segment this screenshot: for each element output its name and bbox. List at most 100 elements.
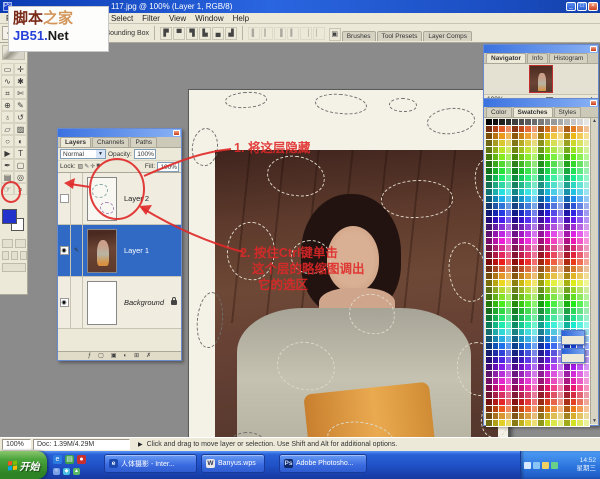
tray-volume-icon[interactable] — [524, 461, 531, 469]
hand-tool-icon[interactable]: ☞ — [1, 183, 14, 195]
ie-quicklaunch-icon[interactable]: e — [53, 455, 62, 464]
task-button-photoshop[interactable]: Ps Adobe Photosho... — [279, 454, 367, 473]
lock-all-icon[interactable]: ■ — [96, 163, 100, 170]
align-bottom-icon[interactable]: ▜ — [186, 26, 199, 40]
tab-tool-presets[interactable]: Tool Presets — [376, 31, 423, 41]
slice-tool-icon[interactable]: ✄ — [14, 87, 27, 99]
quicklaunch-icon[interactable]: ▲ — [73, 468, 80, 475]
align-vcenter-icon[interactable]: ▀ — [173, 26, 186, 40]
menu-help[interactable]: Help — [233, 14, 249, 23]
path-selection-tool-icon[interactable]: ▶ — [1, 147, 14, 159]
standard-screen-button[interactable] — [2, 251, 9, 260]
blend-mode-dropdown[interactable]: Normal ▼ — [60, 149, 106, 159]
minimize-button[interactable]: _ — [566, 2, 576, 11]
tab-layer-comps[interactable]: Layer Comps — [423, 31, 472, 41]
tab-paths[interactable]: Paths — [130, 137, 158, 147]
desktop-quicklaunch-icon[interactable]: ▤ — [65, 455, 74, 464]
layer-thumbnail[interactable] — [87, 228, 117, 273]
layer-name[interactable]: Layer 2 — [121, 173, 181, 224]
notes-tool-icon[interactable]: ▤ — [1, 171, 14, 183]
visibility-eye-icon[interactable]: ◉ — [59, 298, 69, 307]
dodge-tool-icon[interactable]: ◐ — [14, 135, 27, 147]
new-layer-icon[interactable]: ⊞ — [134, 352, 139, 360]
brush-tool-icon[interactable]: ✎ — [14, 99, 27, 111]
tab-histogram[interactable]: Histogram — [548, 53, 589, 63]
collapsed-palette-1[interactable] — [561, 330, 585, 345]
restore-button[interactable]: □ — [577, 2, 587, 11]
tab-navigator[interactable]: Navigator — [486, 53, 526, 63]
fill-field[interactable]: 100% — [157, 161, 179, 172]
standard-mode-button[interactable] — [2, 239, 13, 248]
align-right-icon[interactable]: ▟ — [225, 26, 238, 40]
adjustment-layer-icon[interactable]: ◐ — [124, 352, 128, 360]
scroll-down-icon[interactable]: ▼ — [592, 418, 597, 424]
rectangular-marquee-tool-icon[interactable]: ▭ — [1, 63, 14, 75]
menu-filter[interactable]: Filter — [142, 14, 160, 23]
navigator-titlebar[interactable] — [484, 45, 598, 53]
close-icon[interactable] — [173, 130, 180, 136]
close-button[interactable]: × — [588, 2, 598, 11]
imageready-button[interactable] — [2, 263, 26, 272]
layer-thumbnail[interactable] — [87, 176, 117, 221]
delete-layer-icon[interactable]: ✗ — [146, 352, 151, 360]
tab-swatches[interactable]: Swatches — [512, 107, 553, 117]
zoom-tool-icon[interactable]: ⌕ — [14, 183, 27, 195]
layer-row-layer2[interactable]: Layer 2 — [58, 173, 181, 225]
fullscreen-button[interactable] — [20, 251, 27, 260]
foreground-color-swatch[interactable] — [2, 209, 17, 224]
file-browser-icon[interactable]: ▣ — [328, 28, 341, 41]
healing-brush-tool-icon[interactable]: ⊕ — [1, 99, 14, 111]
layers-palette-titlebar[interactable] — [58, 129, 181, 137]
task-button-wps[interactable]: W Banyus.wps — [201, 454, 265, 473]
task-button-browser[interactable]: e 人体摄影 - Inter... — [104, 454, 197, 473]
tab-styles[interactable]: Styles — [553, 107, 582, 117]
align-hcenter-icon[interactable]: ▄ — [212, 26, 225, 40]
blur-tool-icon[interactable]: ○ — [1, 135, 14, 147]
align-left-icon[interactable]: ▙ — [199, 26, 212, 40]
magic-wand-tool-icon[interactable]: ✱ — [14, 75, 27, 87]
gradient-tool-icon[interactable]: ▨ — [14, 123, 27, 135]
close-icon[interactable] — [590, 46, 597, 52]
clone-stamp-tool-icon[interactable]: ♁ — [1, 111, 14, 123]
layer-mask-icon[interactable]: ▢ — [98, 352, 104, 360]
scroll-up-icon[interactable]: ▲ — [592, 118, 597, 124]
opacity-field[interactable]: 100% — [133, 149, 156, 159]
tray-im-icon[interactable] — [542, 461, 549, 469]
quicklaunch-icon[interactable]: ≈ — [53, 468, 60, 475]
tray-clock[interactable]: 14:52 星期三 — [577, 457, 600, 473]
lasso-tool-icon[interactable]: ∿ — [1, 75, 14, 87]
layer-set-icon[interactable]: ▣ — [111, 352, 117, 360]
tab-color[interactable]: Color — [486, 107, 512, 117]
layer-name[interactable]: Background — [121, 277, 171, 328]
swatches-scrollbar[interactable]: ▲ ▼ — [590, 118, 598, 424]
menu-window[interactable]: Window — [195, 14, 223, 23]
shape-tool-icon[interactable]: ▢ — [14, 159, 27, 171]
history-brush-tool-icon[interactable]: ↺ — [14, 111, 27, 123]
close-icon[interactable] — [590, 100, 597, 106]
menu-view[interactable]: View — [169, 14, 186, 23]
visibility-eye-icon[interactable]: ◉ — [59, 246, 69, 255]
visibility-checkbox-empty[interactable] — [59, 194, 69, 203]
layer-effects-icon[interactable]: ƒ — [88, 352, 91, 360]
media-quicklaunch-icon[interactable]: ● — [77, 455, 86, 464]
quicklaunch-icon[interactable]: ◆ — [63, 468, 70, 475]
menu-select[interactable]: Select — [111, 14, 133, 23]
tray-network-icon[interactable] — [533, 461, 540, 469]
pen-tool-icon[interactable]: ✒ — [1, 159, 14, 171]
eraser-tool-icon[interactable]: ▱ — [1, 123, 14, 135]
fullscreen-menubar-button[interactable] — [11, 251, 18, 260]
layer-row-layer1[interactable]: ◉ ✎ Layer 1 — [58, 225, 181, 277]
lock-position-icon[interactable]: ✛ — [90, 163, 95, 170]
tray-antivirus-icon[interactable] — [551, 461, 558, 469]
navigator-thumbnail[interactable] — [529, 65, 553, 93]
lock-image-icon[interactable]: ✎ — [84, 163, 89, 170]
lock-transparency-icon[interactable]: ▨ — [78, 163, 84, 170]
align-top-icon[interactable]: ▛ — [160, 26, 173, 40]
crop-tool-icon[interactable]: ⌗ — [1, 87, 14, 99]
layer-row-background[interactable]: ◉ Background — [58, 277, 181, 329]
start-button[interactable]: 开始 — [0, 451, 47, 479]
document-canvas[interactable] — [188, 89, 509, 474]
tab-info[interactable]: Info — [526, 53, 548, 63]
tab-layers[interactable]: Layers — [60, 137, 91, 147]
move-tool-icon[interactable]: ✛ — [14, 63, 27, 75]
